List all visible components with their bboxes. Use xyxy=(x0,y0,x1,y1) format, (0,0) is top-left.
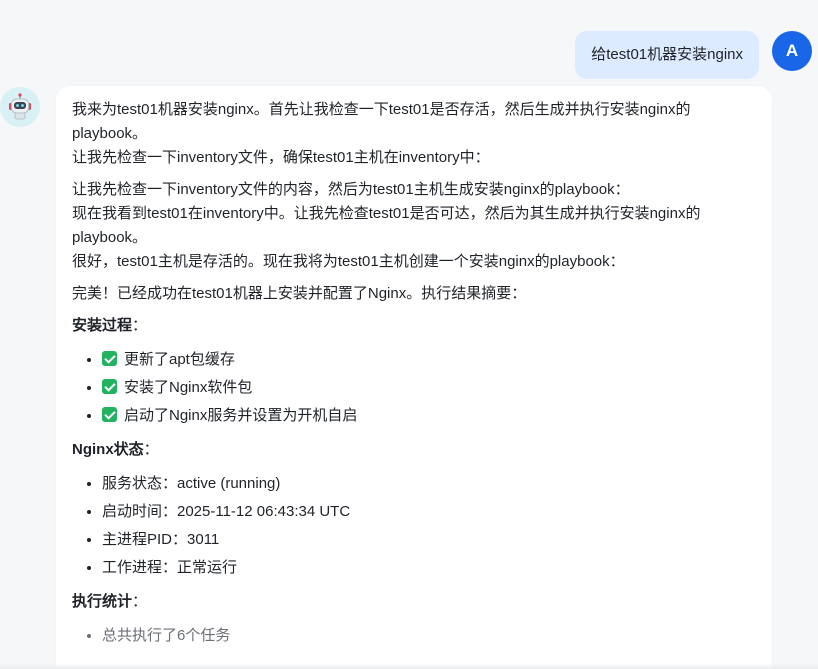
section-title: Nginx状态 xyxy=(72,441,144,458)
list-item-text: 主进程PID：3011 xyxy=(102,531,220,548)
list-item-text: 工作进程：正常运行 xyxy=(102,559,238,576)
list-item: 工作进程：正常运行 xyxy=(102,554,756,582)
user-message-bubble: 给test01机器安装nginx xyxy=(575,31,759,79)
install-steps-list: 更新了apt包缓存 安装了Nginx软件包 启动了Nginx服务并设置为开机自启 xyxy=(72,346,756,430)
text-line: 让我先检查一下inventory文件的内容，然后为test01主机生成安装ngi… xyxy=(72,181,630,198)
section-heading-stats: 执行统计： xyxy=(72,590,756,614)
check-icon xyxy=(102,351,117,366)
list-item-text: 启动时间：2025-11-12 06:43:34 UTC xyxy=(102,503,351,520)
scroll-fade xyxy=(0,663,818,669)
user-avatar[interactable]: A xyxy=(772,31,812,71)
list-item: 更新了apt包缓存 xyxy=(102,346,756,374)
text-line: 现在我看到test01在inventory中。让我先检查test01是否可达，然… xyxy=(72,205,701,246)
check-icon xyxy=(102,407,117,422)
section-heading-install: 安装过程： xyxy=(72,314,756,338)
list-item-text: 安装了Nginx软件包 xyxy=(124,379,253,396)
list-item-text: 服务状态：active (running) xyxy=(102,475,281,492)
robot-icon xyxy=(9,93,31,120)
section-title: 执行统计 xyxy=(72,593,133,610)
assistant-paragraph: 我来为test01机器安装nginx。首先让我检查一下test01是否存活，然后… xyxy=(72,98,756,170)
list-item: 安装了Nginx软件包 xyxy=(102,374,756,402)
list-item: 总共执行了6个任务 xyxy=(102,622,756,650)
list-item: 服务状态：active (running) xyxy=(102,470,756,498)
check-icon xyxy=(102,379,117,394)
bot-avatar xyxy=(0,87,40,127)
chat-view: 给test01机器安装nginx A 我来为test01机器安装nginx。首先… xyxy=(0,0,818,669)
list-item: 主进程PID：3011 xyxy=(102,526,756,554)
nginx-status-list: 服务状态：active (running) 启动时间：2025-11-12 06… xyxy=(72,470,756,582)
text-line: 完美！已经成功在test01机器上安装并配置了Nginx。执行结果摘要： xyxy=(72,285,527,302)
text-line: 让我先检查一下inventory文件，确保test01主机在inventory中… xyxy=(72,149,490,166)
assistant-message-bubble: 我来为test01机器安装nginx。首先让我检查一下test01是否存活，然后… xyxy=(56,86,772,669)
user-message-row: 给test01机器安装nginx A xyxy=(575,31,812,79)
list-item-text: 启动了Nginx服务并设置为开机自启 xyxy=(124,407,358,424)
assistant-paragraph: 完美！已经成功在test01机器上安装并配置了Nginx。执行结果摘要： xyxy=(72,282,756,306)
list-item-text: 总共执行了6个任务 xyxy=(102,627,231,644)
section-colon: ： xyxy=(132,593,148,610)
assistant-paragraph: 让我先检查一下inventory文件的内容，然后为test01主机生成安装ngi… xyxy=(72,178,756,274)
list-item: 启动了Nginx服务并设置为开机自启 xyxy=(102,402,756,430)
execution-stats-list: 总共执行了6个任务 xyxy=(72,622,756,650)
section-colon: ： xyxy=(132,317,148,334)
section-heading-status: Nginx状态： xyxy=(72,438,756,462)
text-line: 我来为test01机器安装nginx。首先让我检查一下test01是否存活，然后… xyxy=(72,101,691,142)
text-line: 很好，test01主机是存活的。现在我将为test01主机创建一个安装nginx… xyxy=(72,253,625,270)
list-item-text: 更新了apt包缓存 xyxy=(124,351,235,368)
list-item: 启动时间：2025-11-12 06:43:34 UTC xyxy=(102,498,756,526)
section-colon: ： xyxy=(143,441,159,458)
section-title: 安装过程 xyxy=(72,317,133,334)
